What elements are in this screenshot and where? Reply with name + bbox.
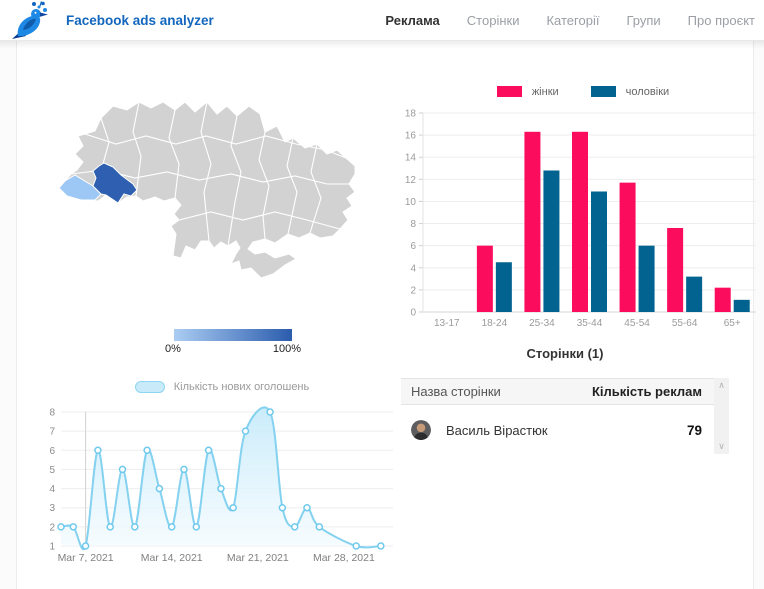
bar-chart-panel: жінки чоловіки 0 2 4 6 8 10 12 14 16 18 13-17 18-24…: [401, 84, 764, 337]
content-card: 0% 100% жінки чоловіки 0 2 4 6 8 10 12 14 16 18 13…: [16, 41, 756, 589]
age-gender-bar-chart[interactable]: 0 2 4 6 8 10 12 14 16 18 13-17 18-24 25-34 35-44 45-54…: [401, 100, 764, 332]
column-header-page-name: Назва сторінки: [411, 384, 501, 399]
svg-text:7: 7: [49, 427, 55, 438]
map-legend: 0% 100%: [153, 329, 313, 355]
scroll-up-icon[interactable]: ∧: [718, 381, 725, 390]
line-chart-panel: Кількість нових оголошень 1 2 3 4 5 6 7 8 Mar 7,…: [41, 378, 403, 577]
legend-label-female: жінки: [531, 85, 559, 98]
nav-item-pages[interactable]: Сторінки: [467, 13, 520, 28]
map-legend-min: 0%: [165, 343, 181, 355]
svg-text:55-64: 55-64: [672, 318, 698, 329]
svg-text:6: 6: [49, 446, 55, 457]
svg-text:16: 16: [405, 131, 417, 142]
legend-swatch-female: [496, 86, 522, 97]
pages-section-title: Сторінки (1): [526, 346, 604, 361]
nav-item-groups[interactable]: Групи: [626, 13, 660, 28]
legend-swatch-male: [590, 86, 616, 97]
brand: Facebook ads analyzer: [0, 0, 214, 40]
nav-item-about[interactable]: Про проєкт: [688, 13, 755, 28]
main-nav: Реклама Сторінки Категорії Групи Про про…: [385, 13, 764, 28]
line-chart-legend: Кількість нових оголошень: [41, 378, 403, 396]
nav-item-categories[interactable]: Категорії: [546, 13, 599, 28]
svg-text:13-17: 13-17: [434, 318, 460, 329]
svg-text:0: 0: [410, 308, 416, 319]
svg-text:Mar 14, 2021: Mar 14, 2021: [141, 552, 203, 564]
table-row[interactable]: Василь Вірастюк 79: [401, 405, 729, 455]
pages-panel: Сторінки (1) Назва сторінки Кількість ре…: [401, 346, 729, 455]
svg-text:1: 1: [49, 542, 55, 553]
svg-text:45-54: 45-54: [624, 318, 650, 329]
svg-text:5: 5: [49, 465, 55, 476]
ukraine-choropleth-map[interactable]: [41, 72, 401, 292]
brand-title: Facebook ads analyzer: [66, 12, 214, 28]
svg-text:6: 6: [410, 241, 416, 252]
svg-text:18-24: 18-24: [482, 318, 508, 329]
svg-text:8: 8: [410, 219, 416, 230]
svg-text:12: 12: [405, 175, 417, 186]
bar-chart-legend: жінки чоловіки: [401, 84, 764, 99]
map-panel: 0% 100%: [41, 72, 401, 355]
page-avatar: [411, 420, 431, 440]
nav-item-ads[interactable]: Реклама: [385, 13, 439, 28]
ads-count-value: 79: [686, 422, 702, 438]
svg-text:18: 18: [405, 109, 417, 120]
svg-text:4: 4: [410, 263, 416, 274]
legend-label-new-ads: Кількість нових оголошень: [173, 381, 310, 393]
map-legend-max: 100%: [272, 343, 301, 355]
svg-text:4: 4: [49, 484, 55, 495]
svg-text:10: 10: [405, 197, 417, 208]
svg-text:65+: 65+: [724, 318, 741, 329]
page-name: Василь Вірастюк: [446, 422, 548, 438]
map-legend-gradient: [174, 329, 292, 341]
app-window: Facebook ads analyzer Реклама Сторінки К…: [0, 0, 764, 589]
svg-text:35-44: 35-44: [577, 318, 603, 329]
svg-text:3: 3: [49, 503, 55, 514]
svg-text:Mar 21, 2021: Mar 21, 2021: [227, 552, 289, 564]
legend-swatch-new-ads: [134, 381, 165, 393]
bird-logo-icon: [8, 0, 56, 40]
svg-text:2: 2: [49, 522, 55, 533]
svg-text:2: 2: [410, 285, 416, 296]
svg-text:25-34: 25-34: [529, 318, 555, 329]
scroll-down-icon[interactable]: ∨: [718, 442, 725, 451]
table-scrollbar[interactable]: ∧ ∨: [714, 378, 729, 454]
navbar: Facebook ads analyzer Реклама Сторінки К…: [0, 0, 764, 41]
column-header-ads-count: Кількість реклам: [591, 384, 702, 399]
table-header-row: Назва сторінки Кількість реклам: [401, 378, 729, 405]
new-ads-line-chart[interactable]: 1 2 3 4 5 6 7 8 Mar 7, 2021 Mar 14, 2021 Mar 21, 2…: [41, 400, 403, 572]
svg-text:Mar 7, 2021: Mar 7, 2021: [58, 552, 114, 564]
legend-label-male: чоловіки: [625, 85, 670, 98]
svg-text:8: 8: [49, 408, 55, 419]
svg-text:Mar 28, 2021: Mar 28, 2021: [313, 552, 375, 564]
pages-table: Назва сторінки Кількість реклам Василь В…: [401, 378, 729, 455]
svg-text:14: 14: [405, 153, 417, 164]
